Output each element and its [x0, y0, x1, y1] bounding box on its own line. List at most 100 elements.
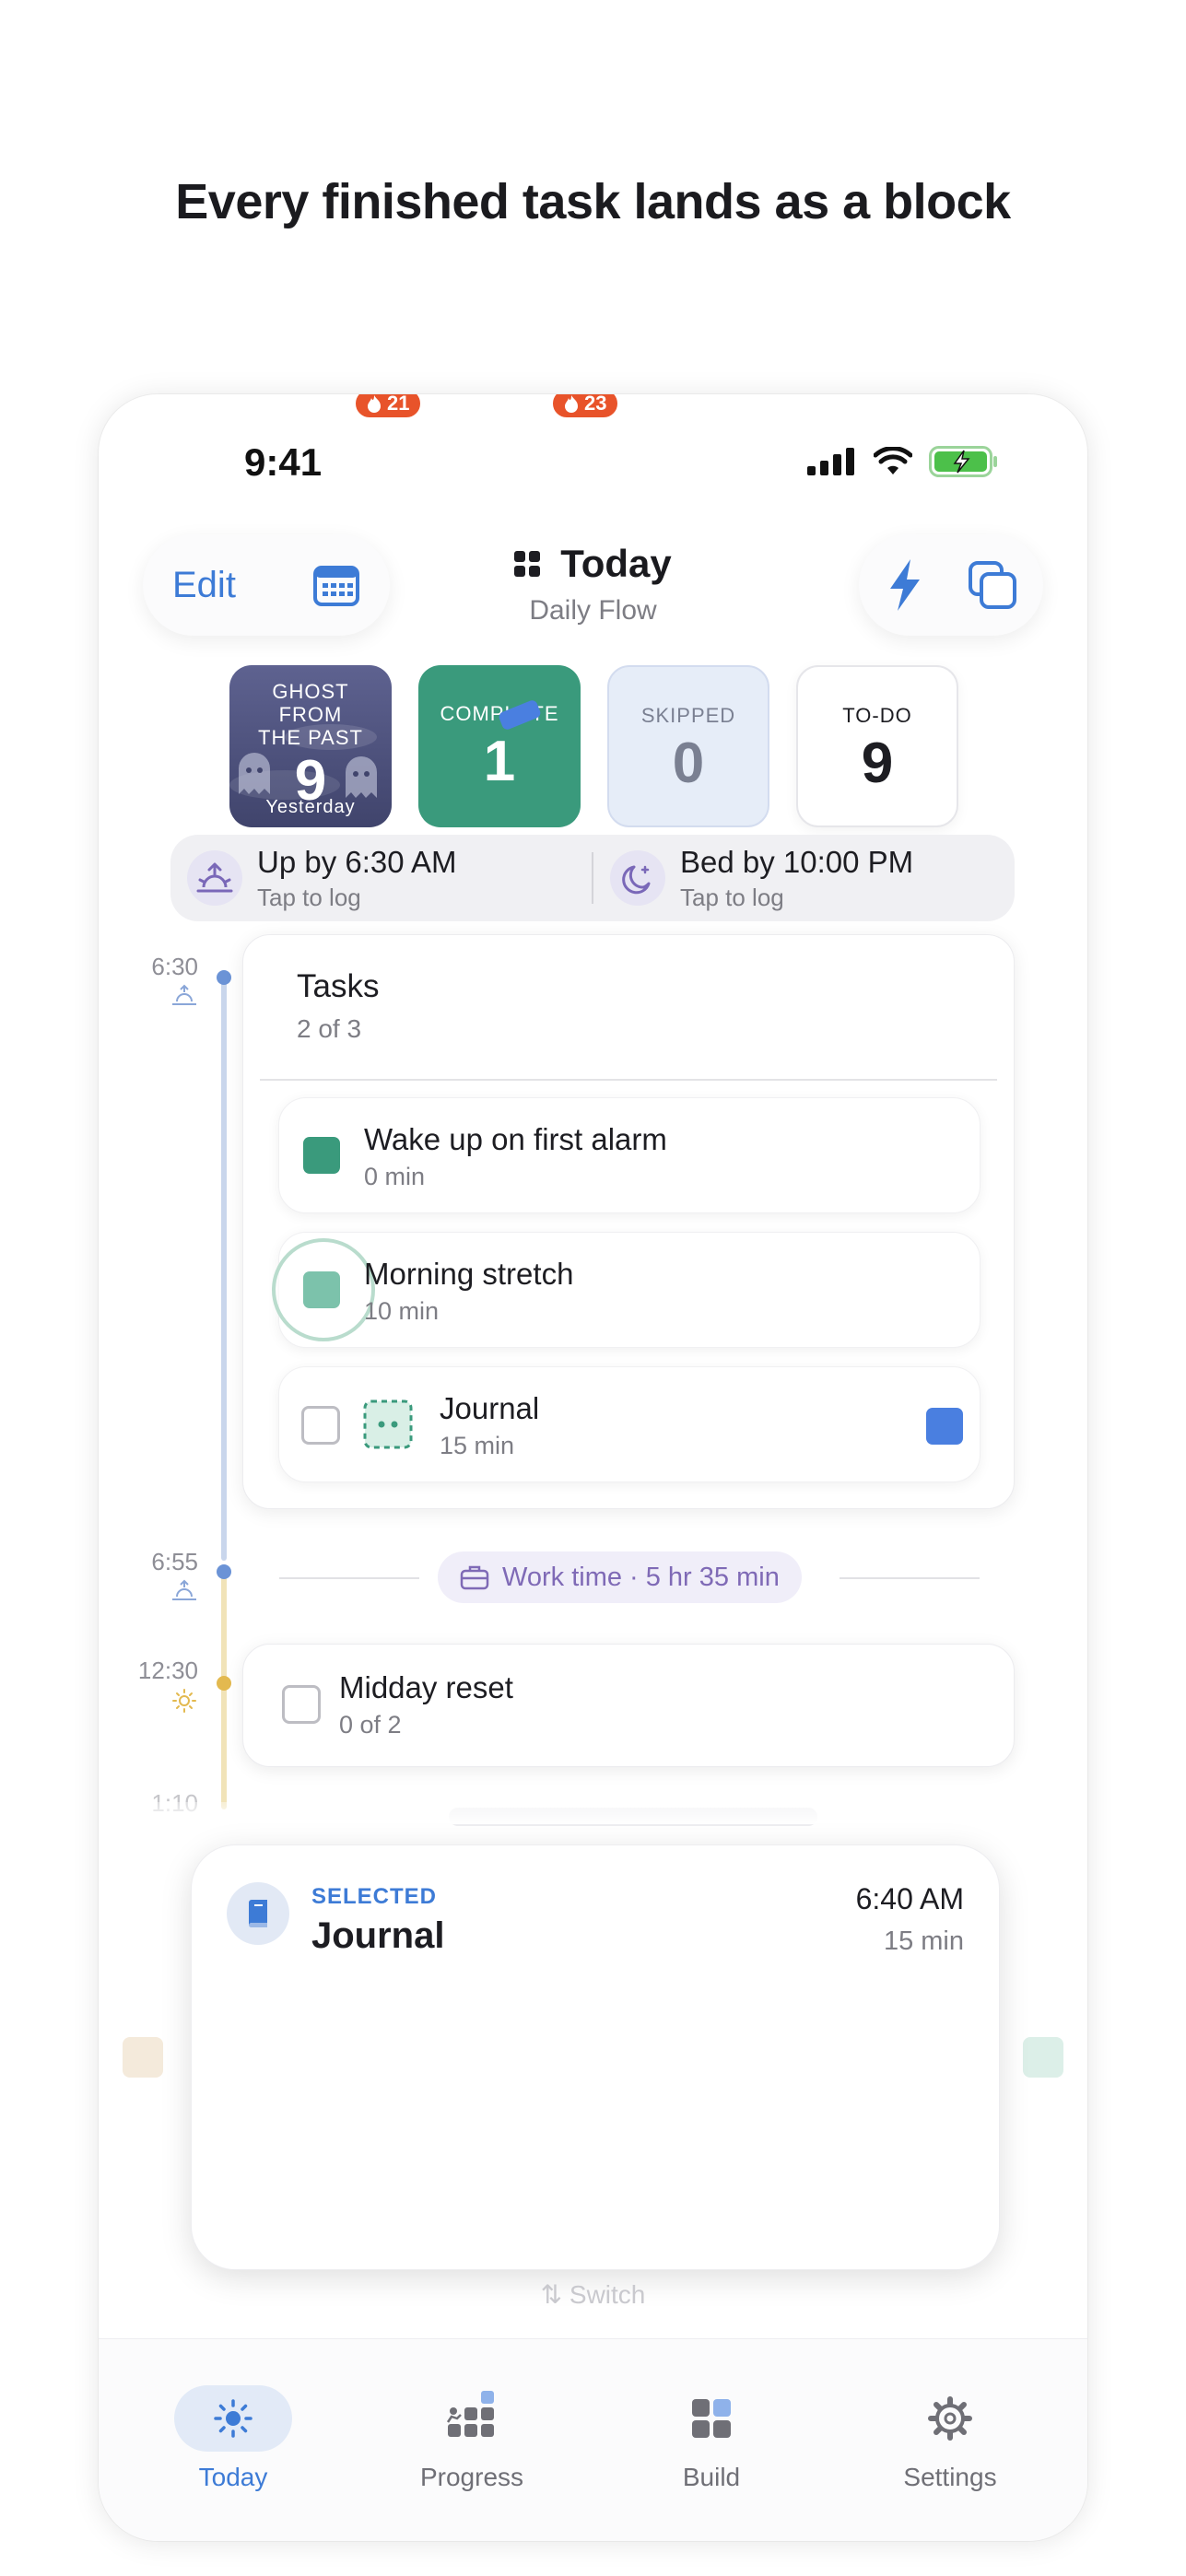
- status-icons: [807, 446, 999, 477]
- ghost-label-line1: GHOST FROM: [272, 680, 349, 726]
- tab-label: Today: [198, 2463, 268, 2491]
- selected-task-name: Journal: [311, 1915, 445, 1956]
- falling-block-icon: [499, 700, 541, 730]
- tasks-group-card[interactable]: Tasks 2 of 3 Wake up on first alarm 0 mi…: [242, 934, 1015, 1509]
- midday-progress: 0 of 2: [339, 1711, 402, 1739]
- time-label-1230: 12:30: [137, 1657, 198, 1684]
- selected-task-duration: 15 min: [883, 1926, 964, 1956]
- tab-label: Progress: [419, 2463, 524, 2491]
- ghost-label-line2: THE PAST: [258, 726, 363, 749]
- tasks-progress: 2 of 3: [297, 1014, 362, 1043]
- tab-label: Settings: [903, 2463, 997, 2491]
- switch-label: Switch: [569, 2280, 646, 2309]
- ghost-streak-badge: 21: [353, 394, 424, 420]
- task-duration: 15 min: [440, 1432, 515, 1459]
- todo-count: 9: [861, 732, 894, 795]
- sunrise-icon: [187, 850, 242, 906]
- todo-label: TO-DO: [842, 704, 912, 727]
- wake-hint: Tap to log: [257, 883, 361, 911]
- tab-progress[interactable]: Progress: [370, 2385, 573, 2492]
- task-name: Journal: [440, 1391, 540, 1425]
- flow-grid-icon: [514, 551, 541, 577]
- ghost-from-past-tile[interactable]: GHOST FROM THE PAST 9 Yesterday: [229, 665, 392, 827]
- task-done-block[interactable]: [303, 1137, 340, 1174]
- next-block-preview[interactable]: [1023, 2037, 1063, 2078]
- tab-bar: Today Progress Build Settings: [99, 2338, 1087, 2541]
- timeline-dot-630: [217, 970, 231, 985]
- briefcase-icon: [460, 1565, 489, 1590]
- task-color-block: [926, 1408, 963, 1445]
- selected-task-time: 6:40 AM: [855, 1882, 964, 1915]
- work-time-pill[interactable]: Work time · 5 hr 35 min: [438, 1551, 802, 1603]
- task-name: Morning stretch: [364, 1257, 574, 1291]
- sunrise-small-icon: [99, 984, 198, 1011]
- timeline-dot-1230: [217, 1676, 231, 1691]
- actions-pill: [859, 534, 1043, 636]
- sleep-row: Up by 6:30 AM Tap to log Bed by 10:00 PM…: [170, 835, 1015, 921]
- flame-icon: [565, 395, 578, 413]
- dashed-block-icon: [363, 1399, 413, 1449]
- switch-arrows-icon: ⇅: [540, 2280, 563, 2309]
- phone-screen: 9:41 Edit Today Daily Flow GHOST FROM TH…: [99, 394, 1087, 2541]
- skipped-tile[interactable]: SKIPPED 0: [607, 665, 769, 827]
- complete-streak-badge: 23: [550, 394, 621, 420]
- task-journal[interactable]: Journal 15 min: [278, 1366, 981, 1482]
- wifi-icon: [874, 447, 912, 474]
- page-title[interactable]: Today: [560, 542, 672, 586]
- timeline-rail-morning: [221, 977, 227, 1561]
- ghost-sub: Yesterday: [265, 797, 356, 817]
- complete-streak-count: 23: [584, 394, 607, 415]
- bed-hint: Tap to log: [680, 883, 784, 911]
- tab-today[interactable]: Today: [132, 2385, 335, 2492]
- task-checkbox[interactable]: [301, 1406, 340, 1445]
- tasks-divider: [260, 1079, 997, 1081]
- work-time-label: Work time · 5 hr 35 min: [502, 1562, 780, 1592]
- status-time: 9:41: [244, 440, 323, 484]
- time-label-630: 6:30: [151, 953, 198, 980]
- selected-task-card[interactable]: SELECTED Journal 6:40 AM 15 min: [191, 1844, 1000, 2270]
- gear-icon: [849, 2385, 1051, 2452]
- bed-log-button[interactable]: Bed by 10:00 PM Tap to log: [593, 845, 1015, 912]
- task-duration: 0 min: [364, 1163, 426, 1190]
- tab-build[interactable]: Build: [610, 2385, 813, 2492]
- wake-log-button[interactable]: Up by 6:30 AM Tap to log: [170, 845, 592, 912]
- task-wake-up[interactable]: Wake up on first alarm 0 min: [278, 1097, 981, 1213]
- midday-title: Midday reset: [339, 1670, 513, 1704]
- complete-tile[interactable]: COMPLETE 1: [418, 665, 581, 827]
- skipped-label: SKIPPED: [640, 704, 736, 727]
- ghost-streak-count: 21: [387, 394, 410, 415]
- cellular-signal-icon: [807, 448, 854, 475]
- task-done-block[interactable]: [303, 1271, 340, 1308]
- bed-target: Bed by 10:00 PM: [680, 844, 914, 879]
- work-divider-right: [840, 1577, 980, 1579]
- moon-icon: [610, 850, 665, 906]
- ghost-label: GHOST FROM THE PAST: [229, 680, 392, 749]
- timeline-dot-655: [217, 1564, 231, 1579]
- complete-count: 1: [483, 730, 516, 793]
- midday-reset-card[interactable]: Midday reset 0 of 2: [242, 1644, 1015, 1767]
- time-label-655: 6:55: [151, 1548, 198, 1575]
- prev-block-preview[interactable]: [123, 2037, 163, 2078]
- skipped-count: 0: [672, 732, 705, 795]
- progress-blocks-icon: [370, 2385, 573, 2452]
- work-divider-left: [279, 1577, 419, 1579]
- tasks-title: Tasks: [297, 968, 380, 1004]
- sunrise-small-icon-2: [99, 1579, 198, 1606]
- task-duration: 10 min: [364, 1297, 440, 1325]
- wake-target: Up by 6:30 AM: [257, 844, 457, 879]
- todo-tile[interactable]: TO-DO 9: [796, 665, 958, 827]
- sun-icon: [174, 2385, 292, 2452]
- tab-settings[interactable]: Settings: [849, 2385, 1051, 2492]
- task-name: Wake up on first alarm: [364, 1122, 667, 1156]
- tab-label: Build: [682, 2463, 741, 2491]
- headline: Every finished task lands as a block: [175, 174, 1011, 229]
- task-morning-stretch[interactable]: Morning stretch 10 min: [272, 1232, 981, 1348]
- midday-checkbox[interactable]: [282, 1685, 321, 1724]
- battery-charging-icon: [929, 446, 997, 477]
- flame-icon: [368, 395, 381, 413]
- sun-small-icon: [99, 1688, 198, 1718]
- lightning-icon[interactable]: [885, 557, 925, 613]
- duplicate-icon[interactable]: [968, 560, 1017, 610]
- switch-hint[interactable]: ⇅ Switch: [99, 2279, 1087, 2310]
- book-icon: [227, 1882, 289, 1945]
